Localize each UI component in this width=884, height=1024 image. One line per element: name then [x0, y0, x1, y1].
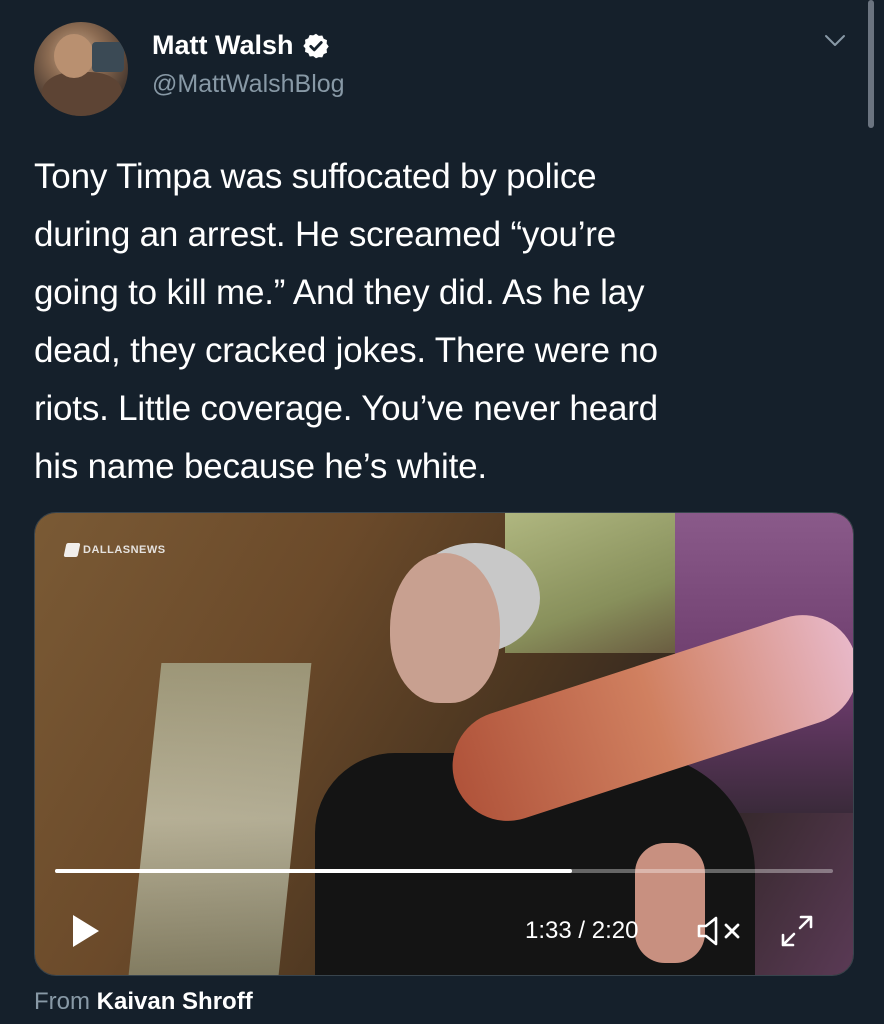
- play-icon[interactable]: [65, 911, 105, 951]
- source-prefix: From: [34, 988, 90, 1015]
- video-progress-fill: [55, 869, 572, 873]
- tweet-text-line: his name because he’s white.: [34, 447, 487, 486]
- dallas-news-logo-icon: [63, 543, 81, 557]
- author-handle[interactable]: @MattWalshBlog: [152, 70, 345, 99]
- video-source-attribution: From Kaivan Shroff: [34, 988, 253, 1016]
- video-progress-bar[interactable]: [55, 869, 833, 873]
- video-time-display: 1:33 / 2:20: [525, 917, 639, 944]
- verified-badge-icon: [302, 33, 329, 58]
- watermark-text: DALLASNEWS: [83, 544, 166, 556]
- fullscreen-icon[interactable]: [777, 911, 817, 951]
- video-watermark: DALLASNEWS: [63, 543, 166, 557]
- tweet-text: Tony Timpa was suffocated by police duri…: [34, 148, 834, 496]
- video-player[interactable]: DALLASNEWS 1:33 / 2:20: [34, 512, 854, 976]
- scrollbar[interactable]: [868, 0, 874, 128]
- avatar[interactable]: [34, 22, 128, 116]
- video-frame: [35, 513, 853, 975]
- tweet-text-line: going to kill me.” And they did. As he l…: [34, 273, 645, 312]
- chevron-down-icon[interactable]: [822, 30, 848, 50]
- author-display-name[interactable]: Matt Walsh: [152, 30, 294, 61]
- author-name-row[interactable]: Matt Walsh: [152, 30, 330, 61]
- speaker-muted-icon[interactable]: [695, 913, 747, 949]
- tweet-text-line: dead, they cracked jokes. There were no: [34, 331, 658, 370]
- tweet-text-line: Tony Timpa was suffocated by police: [34, 157, 597, 196]
- tweet-text-line: riots. Little coverage. You’ve never hea…: [34, 389, 658, 428]
- source-name-link[interactable]: Kaivan Shroff: [97, 988, 253, 1015]
- tweet-text-line: during an arrest. He screamed “you’re: [34, 215, 617, 254]
- tweet-page: Matt Walsh @MattWalshBlog Tony Timpa was…: [0, 0, 884, 1024]
